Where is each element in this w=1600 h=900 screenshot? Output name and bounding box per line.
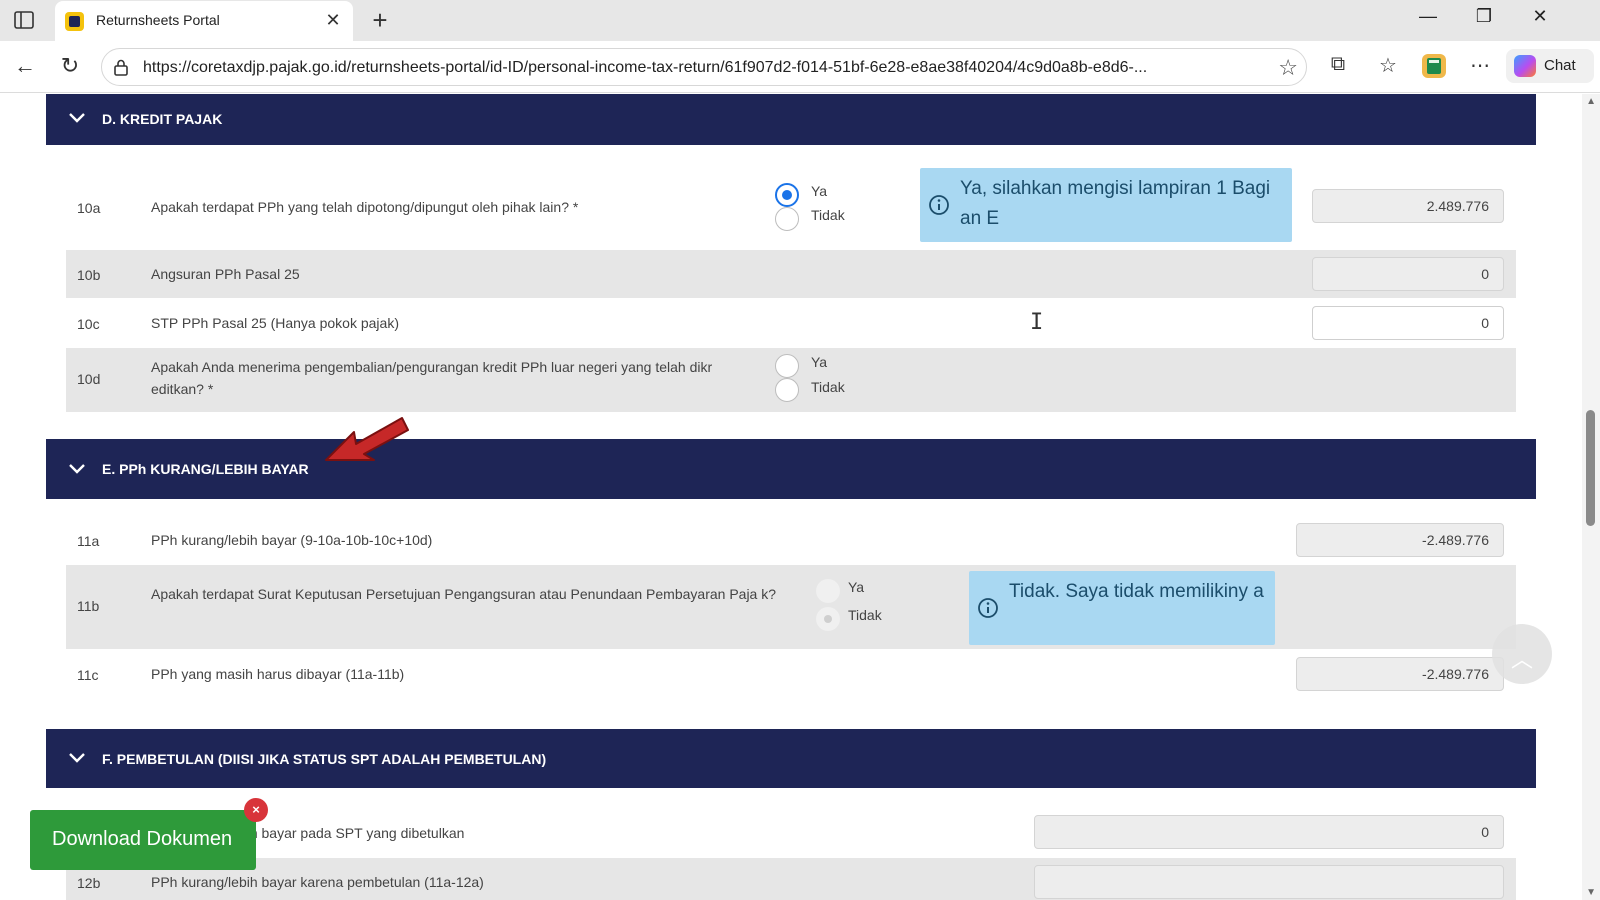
value-field <box>1034 865 1504 899</box>
browser-tab[interactable]: Returnsheets Portal ✕ <box>55 1 353 41</box>
vertical-scrollbar[interactable]: ▲ ▼ <box>1582 94 1600 900</box>
form-row-10d: 10d Apakah Anda menerima pengembalian/pe… <box>66 348 1516 412</box>
calculator-icon[interactable] <box>1420 53 1448 81</box>
radio-tidak[interactable] <box>775 207 799 231</box>
form-row-12b: 12b PPh kurang/lebih bayar karena pembet… <box>66 858 1516 900</box>
star-icon[interactable]: ☆ <box>1278 55 1298 81</box>
row-label: Apakah Anda menerima pengembalian/pengur… <box>151 359 713 397</box>
radio-ya[interactable] <box>775 354 799 378</box>
text-cursor-icon: I <box>1030 310 1044 335</box>
annotation-arrow-icon <box>325 417 409 461</box>
form-row-10a: 10a Apakah terdapat PPh yang telah dipot… <box>66 168 1516 248</box>
site-favicon-icon <box>65 12 84 31</box>
window-close-icon[interactable]: ✕ <box>1520 6 1560 27</box>
section-header-pph-kurang-lebih-bayar[interactable]: E. PPh KURANG/LEBIH BAYAR <box>46 439 1536 499</box>
row-number: 10a <box>77 200 101 216</box>
scroll-up-icon[interactable]: ▲ <box>1586 96 1596 107</box>
new-tab-plus-icon[interactable]: + <box>365 5 395 36</box>
radio-ya-label: Ya <box>811 183 828 199</box>
radio-tidak-label: Tidak <box>848 607 882 623</box>
download-document-button[interactable]: Download Dokumen <box>30 810 256 870</box>
value-field: 2.489.776 <box>1312 189 1504 223</box>
row-label: STP PPh Pasal 25 (Hanya pokok pajak) <box>151 315 399 331</box>
tab-title: Returnsheets Portal <box>96 12 220 28</box>
row-number: 10b <box>77 267 101 283</box>
lock-icon[interactable] <box>112 58 130 76</box>
puzzle-icon[interactable]: ⧉ <box>1324 53 1352 81</box>
form-row-10b: 10b Angsuran PPh Pasal 25 0 <box>66 250 1516 298</box>
chevron-down-icon[interactable] <box>68 749 86 767</box>
chevron-down-icon[interactable] <box>68 460 86 478</box>
sidebar-icon[interactable] <box>12 9 36 31</box>
value-field: -2.489.776 <box>1296 523 1504 557</box>
section-header-kredit-pajak[interactable]: D. KREDIT PAJAK <box>46 94 1536 145</box>
chevron-down-icon[interactable] <box>68 109 86 127</box>
row-label: PPh kurang/lebih bayar karena pembetulan… <box>151 874 484 890</box>
scroll-to-top-button[interactable]: ︿ <box>1492 624 1552 684</box>
radio-tidak-label: Tidak <box>811 379 845 395</box>
copilot-chat-button[interactable]: Chat <box>1506 49 1594 83</box>
row-number: 11c <box>77 667 99 683</box>
reload-icon[interactable]: ↻ <box>55 53 85 79</box>
copilot-icon <box>1514 55 1536 77</box>
row-number: 11a <box>77 533 100 549</box>
address-bar[interactable]: https://coretaxdjp.pajak.go.id/returnshe… <box>101 48 1307 86</box>
radio-tidak[interactable] <box>775 378 799 402</box>
form-row-10c: 10c STP PPh Pasal 25 (Hanya pokok pajak)… <box>66 299 1516 347</box>
back-arrow-icon[interactable]: ← <box>10 53 40 79</box>
browser-tab-bar: Returnsheets Portal ✕ + — ❐ ✕ <box>0 0 1600 41</box>
section-title: F. PEMBETULAN (DIISI JIKA STATUS SPT ADA… <box>102 751 547 767</box>
row-label: Apakah terdapat Surat Keputusan Persetuj… <box>151 586 777 602</box>
row-number: 10d <box>77 371 101 387</box>
favorites-icon[interactable]: ☆ <box>1374 53 1402 81</box>
form-row-11a: 11a PPh kurang/lebih bayar (9-10a-10b-10… <box>66 516 1516 564</box>
info-icon <box>929 195 949 215</box>
info-text: Tidak. Saya tidak memilikiny a <box>1009 581 1264 602</box>
more-icon[interactable]: ⋯ <box>1466 53 1494 81</box>
info-text: Ya, silahkan mengisi lampiran 1 Bagi an … <box>960 178 1271 229</box>
info-icon <box>978 598 998 618</box>
url-text[interactable]: https://coretaxdjp.pajak.go.id/returnshe… <box>143 59 1269 77</box>
value-input[interactable]: 0 <box>1312 306 1504 340</box>
form-row-12a: 12a PPh kurang/lebih bayar pada SPT yang… <box>66 809 1516 857</box>
radio-tidak[interactable] <box>816 607 840 631</box>
value-field: -2.489.776 <box>1296 657 1504 691</box>
info-message: Tidak. Saya tidak memilikiny a <box>969 571 1275 645</box>
row-number: 11b <box>77 598 100 614</box>
address-toolbar: ← ↻ https://coretaxdjp.pajak.go.id/retur… <box>0 41 1600 93</box>
chat-label: Chat <box>1544 57 1576 74</box>
chevron-up-icon: ︿ <box>1511 647 1534 672</box>
scrollbar-thumb[interactable] <box>1586 410 1595 526</box>
restore-icon[interactable]: ❐ <box>1464 6 1504 27</box>
row-label: PPh yang masih harus dibayar (11a-11b) <box>151 666 405 682</box>
form-row-11c: 11c PPh yang masih harus dibayar (11a-11… <box>66 650 1516 698</box>
radio-ya[interactable] <box>775 183 799 207</box>
info-message: Ya, silahkan mengisi lampiran 1 Bagi an … <box>920 168 1292 242</box>
section-title: D. KREDIT PAJAK <box>102 111 223 127</box>
row-label: Apakah terdapat PPh yang telah dipotong/… <box>151 199 579 215</box>
page-viewport: D. KREDIT PAJAK 10a Apakah terdapat PPh … <box>0 94 1600 900</box>
form-row-11b: 11b Apakah terdapat Surat Keputusan Pers… <box>66 565 1516 649</box>
section-title: E. PPh KURANG/LEBIH BAYAR <box>102 461 309 477</box>
row-number: 12b <box>77 875 101 891</box>
close-tab-icon[interactable]: ✕ <box>323 10 343 31</box>
radio-ya-label: Ya <box>811 354 828 370</box>
radio-ya-label: Ya <box>848 579 865 595</box>
radio-ya[interactable] <box>816 579 840 603</box>
section-header-pembetulan[interactable]: F. PEMBETULAN (DIISI JIKA STATUS SPT ADA… <box>46 729 1536 788</box>
row-label: PPh kurang/lebih bayar (9-10a-10b-10c+10… <box>151 532 433 548</box>
download-label: Download Dokumen <box>52 828 233 850</box>
close-download-icon[interactable]: × <box>244 798 268 822</box>
value-field: 0 <box>1312 257 1504 291</box>
minimize-icon[interactable]: — <box>1408 6 1448 27</box>
value-field: 0 <box>1034 815 1504 849</box>
scroll-down-icon[interactable]: ▼ <box>1586 887 1596 898</box>
radio-tidak-label: Tidak <box>811 207 845 223</box>
row-label: Angsuran PPh Pasal 25 <box>151 266 300 282</box>
row-number: 10c <box>77 316 100 332</box>
